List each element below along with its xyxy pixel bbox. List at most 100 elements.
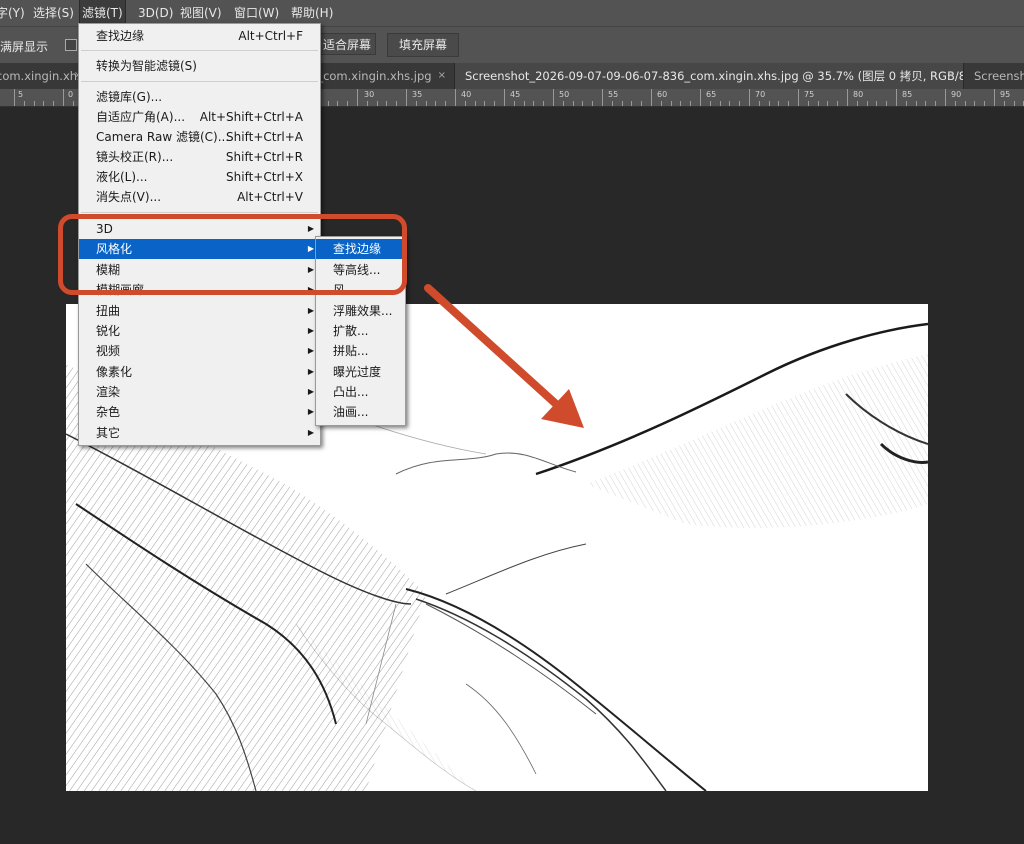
ruler-minor-tick	[631, 101, 633, 106]
ruler-minor-tick	[43, 101, 45, 106]
ruler-minor-tick	[758, 101, 760, 106]
menu-item-liquify[interactable]: 液化(L)... Shift+Ctrl+X	[79, 167, 320, 187]
menu-item-shortcut: Shift+Ctrl+R	[225, 150, 303, 164]
ruler-minor-tick	[856, 101, 858, 106]
ruler-minor-tick	[582, 101, 584, 106]
menu-item-vanishing-point[interactable]: 消失点(V)... Alt+Ctrl+V	[79, 187, 320, 207]
tab-label: Screenshot_2026-09-07-09-06-07-836_com.x…	[465, 69, 964, 83]
submenu-arrow-icon: ▶	[307, 428, 314, 437]
ruler-major-tick	[945, 89, 946, 106]
menu-item-shortcut: Alt+Shift+Ctrl+A	[199, 110, 303, 124]
menu-item-label: 像素化	[96, 365, 133, 379]
ruler-minor-tick	[974, 101, 976, 106]
submenu-item-tiles[interactable]: 拼贴...	[316, 341, 405, 361]
menu-type[interactable]: 字(Y)	[0, 0, 27, 26]
menu-item-sharpen[interactable]: 锐化 ▶	[79, 321, 320, 341]
ruler-minor-tick	[807, 101, 809, 106]
menu-item-label: 拼贴...	[333, 344, 369, 358]
submenu-item-emboss[interactable]: 浮雕效果...	[316, 301, 405, 321]
ruler-minor-tick	[366, 101, 368, 106]
ruler-minor-tick	[660, 101, 662, 106]
submenu-arrow-icon: ▶	[307, 326, 314, 335]
ruler-minor-tick	[719, 101, 721, 106]
menu-item-find-edges-last[interactable]: 查找边缘 Alt+Ctrl+F	[79, 26, 320, 46]
menu-item-label: 扩散...	[333, 324, 369, 338]
ruler-major-tick	[553, 89, 554, 106]
menu-item-lens-correction[interactable]: 镜头校正(R)... Shift+Ctrl+R	[79, 147, 320, 167]
ruler-minor-tick	[592, 101, 594, 106]
menu-item-distort[interactable]: 扭曲 ▶	[79, 301, 320, 321]
ruler-minor-tick	[327, 101, 329, 106]
menu-item-camera-raw[interactable]: Camera Raw 滤镜(C)... Shift+Ctrl+A	[79, 127, 320, 147]
menu-item-label: Camera Raw 滤镜(C)...	[96, 130, 230, 144]
ruler-number: 60	[657, 90, 668, 99]
ruler-minor-tick	[925, 101, 927, 106]
submenu-item-extrude[interactable]: 凸出...	[316, 382, 405, 402]
ruler-minor-tick	[837, 101, 839, 106]
menu-separator	[81, 81, 318, 82]
ruler-minor-tick	[23, 101, 25, 106]
menu-item-video[interactable]: 视频 ▶	[79, 341, 320, 361]
ruler-minor-tick	[572, 101, 574, 106]
menu-item-render[interactable]: 渲染 ▶	[79, 382, 320, 402]
ruler-minor-tick	[533, 101, 535, 106]
menu-item-noise[interactable]: 杂色 ▶	[79, 402, 320, 422]
ruler-number: 30	[364, 90, 375, 99]
full-screen-label[interactable]: 满屏显示	[0, 38, 48, 55]
submenu-item-oil-paint[interactable]: 油画...	[316, 402, 405, 422]
fill-screen-button[interactable]: 填充屏幕	[387, 33, 459, 57]
submenu-item-diffuse[interactable]: 扩散...	[316, 321, 405, 341]
ruler-minor-tick	[33, 101, 35, 106]
menu-item-label: 其它	[96, 426, 121, 440]
ruler-minor-tick	[435, 101, 437, 106]
menu-item-label: 镜头校正(R)...	[96, 150, 174, 164]
ruler-minor-tick	[670, 101, 672, 106]
ruler-minor-tick	[1013, 101, 1015, 106]
submenu-item-solarize[interactable]: 曝光过度	[316, 362, 405, 382]
tab-document-2[interactable]: 3_com.xingin.xhs.jpg ×	[318, 63, 455, 89]
ruler-minor-tick	[768, 101, 770, 106]
ruler-minor-tick	[915, 101, 917, 106]
menu-item-label: 消失点(V)...	[96, 190, 162, 204]
ruler-minor-tick	[729, 101, 731, 106]
ruler-number: 90	[951, 90, 962, 99]
ruler-minor-tick	[543, 101, 545, 106]
ruler-number: 35	[412, 90, 423, 99]
menu-item-label: 自适应广角(A)...	[96, 110, 186, 124]
close-icon[interactable]: ×	[438, 63, 446, 89]
menu-item-filter-gallery[interactable]: 滤镜库(G)...	[79, 87, 320, 107]
submenu-arrow-icon: ▶	[307, 367, 314, 376]
menu-item-label: 锐化	[96, 324, 121, 338]
ruler-minor-tick	[739, 101, 741, 106]
ruler-minor-tick	[425, 101, 427, 106]
ruler-minor-tick	[964, 101, 966, 106]
menu-item-adaptive-wide-angle[interactable]: 自适应广角(A)... Alt+Shift+Ctrl+A	[79, 107, 320, 127]
ruler-minor-tick	[415, 101, 417, 106]
menu-item-shortcut: Alt+Ctrl+F	[238, 29, 303, 43]
ruler-major-tick	[357, 89, 358, 106]
menu-item-pixelate[interactable]: 像素化 ▶	[79, 362, 320, 382]
ruler-major-tick	[504, 89, 505, 106]
menu-item-label: 视频	[96, 344, 121, 358]
menu-item-other[interactable]: 其它 ▶	[79, 423, 320, 443]
tab-document-4[interactable]: Screensho	[964, 63, 1024, 89]
ruler-minor-tick	[53, 101, 55, 106]
menu-select[interactable]: 选择(S)	[31, 0, 76, 26]
option-checkbox[interactable]	[65, 39, 77, 51]
ruler-major-tick	[700, 89, 701, 106]
menu-item-convert-smart-filter[interactable]: 转换为智能滤镜(S)	[79, 56, 320, 76]
submenu-arrow-icon: ▶	[307, 407, 314, 416]
ruler-minor-tick	[984, 101, 986, 106]
ruler-minor-tick	[474, 101, 476, 106]
ruler-number: 85	[902, 90, 913, 99]
tab-label: Screensho	[974, 69, 1024, 83]
menu-separator	[81, 212, 318, 213]
ruler-major-tick	[14, 89, 15, 106]
ruler-number: 40	[461, 90, 472, 99]
tab-document-active[interactable]: Screenshot_2026-09-07-09-06-07-836_com.x…	[455, 63, 964, 89]
ruler-major-tick	[406, 89, 407, 106]
ruler-major-tick	[651, 89, 652, 106]
close-icon[interactable]: ×	[947, 63, 955, 89]
ruler-minor-tick	[690, 101, 692, 106]
ruler-minor-tick	[386, 101, 388, 106]
